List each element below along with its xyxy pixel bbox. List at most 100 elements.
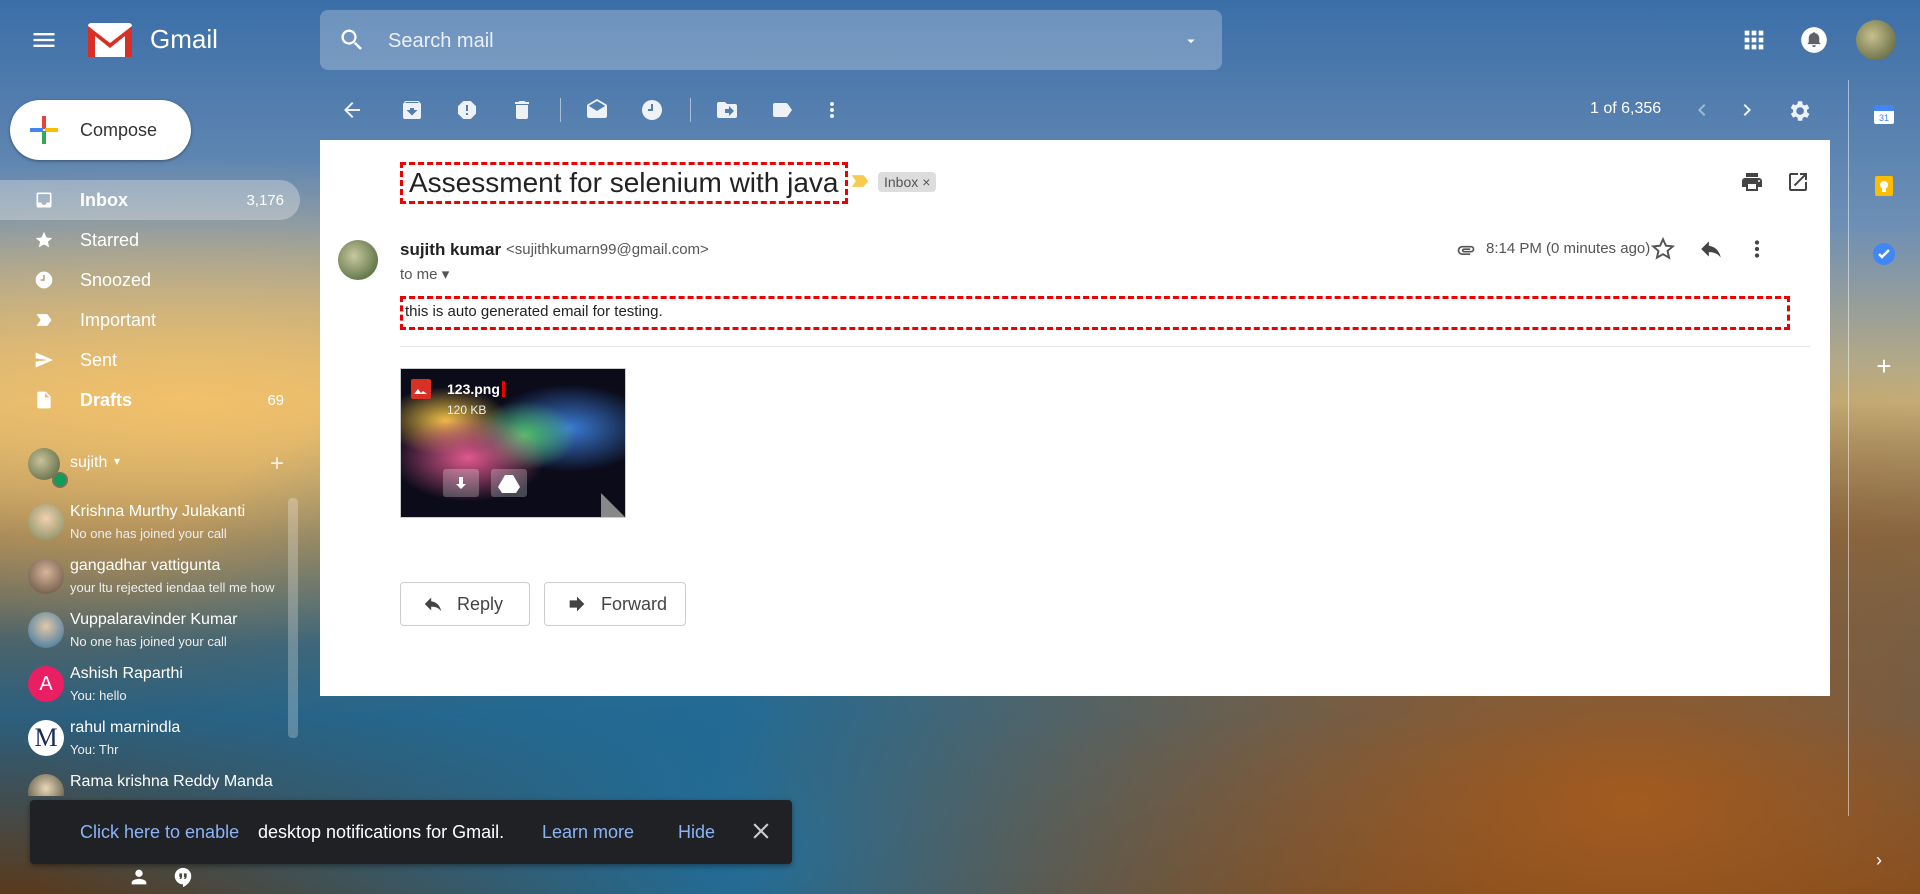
move-to-button[interactable] (715, 98, 739, 122)
caret-down-icon (1187, 39, 1195, 44)
google-apps-button[interactable] (1740, 26, 1768, 54)
image-file-icon (411, 379, 431, 399)
page-fold-corner (601, 493, 625, 517)
sender-email: <sujithkumarn99@gmail.com> (506, 241, 709, 258)
archive-button[interactable] (400, 98, 424, 122)
nav-item-snoozed[interactable]: Snoozed (0, 260, 300, 300)
newer-button[interactable] (1690, 98, 1714, 122)
add-conversation-icon[interactable]: + (270, 450, 284, 478)
snooze-button[interactable] (640, 98, 664, 122)
sender-name[interactable]: sujith kumar (400, 240, 501, 260)
delete-button[interactable] (510, 98, 534, 122)
nav-item-starred[interactable]: Starred (0, 220, 300, 260)
nav-item-count: 69 (267, 392, 284, 409)
more-vert-icon (830, 102, 834, 118)
gmail-logo[interactable] (86, 20, 134, 60)
forward-icon (569, 596, 585, 612)
star-button[interactable] (1650, 236, 1676, 262)
hangouts-user-name[interactable]: sujith (70, 454, 107, 472)
contact-name: gangadhar vattigunta (70, 557, 221, 574)
caret-down-icon[interactable]: ▾ (114, 454, 120, 468)
tasks-app-button[interactable] (1872, 242, 1896, 266)
notifications-button[interactable] (1800, 26, 1828, 54)
nav-item-inbox[interactable]: Inbox 3,176 (0, 180, 300, 220)
side-panel-divider (1848, 80, 1849, 816)
calendar-app-button[interactable]: 31 (1872, 102, 1896, 126)
paperclip-icon (1454, 240, 1478, 260)
person-icon[interactable] (128, 866, 150, 888)
recipient-text: to me (400, 266, 438, 283)
attachment-card[interactable]: 123.png 120 KB (400, 368, 626, 518)
older-button[interactable] (1735, 98, 1759, 122)
print-icon (1742, 173, 1762, 191)
search-icon[interactable] (338, 26, 366, 54)
keep-app-button[interactable] (1872, 174, 1896, 198)
reply-icon-button[interactable] (1698, 236, 1724, 262)
importance-marker-icon (851, 175, 869, 187)
more-options-button[interactable] (1744, 236, 1770, 262)
open-in-new-window-button[interactable] (1786, 170, 1810, 194)
search-bar[interactable] (320, 10, 1222, 70)
remove-label-icon[interactable]: × (922, 174, 930, 190)
more-vert-icon (1754, 240, 1760, 258)
online-status-dot (52, 472, 68, 488)
draft-icon (37, 391, 51, 409)
email-subject: Assessment for selenium with java (400, 162, 848, 204)
contact-item[interactable]: A Ashish Raparthi You: hello (0, 658, 300, 712)
contact-item[interactable]: Rama krishna Reddy Manda (0, 766, 300, 796)
download-attachment-button[interactable] (443, 469, 479, 497)
save-to-drive-button[interactable] (491, 469, 527, 497)
back-button[interactable] (340, 98, 364, 122)
gmail-wordmark: Gmail (150, 24, 218, 54)
contacts-scrollbar[interactable] (288, 498, 298, 738)
print-button[interactable] (1740, 170, 1764, 194)
mark-unread-button[interactable] (585, 98, 609, 122)
forward-button[interactable]: Forward (544, 582, 686, 626)
contact-item[interactable]: M rahul marnindla You: Thr (0, 712, 300, 766)
contact-item[interactable]: Vuppalaravinder Kumar No one has joined … (0, 604, 300, 658)
arrow-back-icon (344, 102, 360, 118)
report-spam-button[interactable] (455, 98, 479, 122)
sender-avatar[interactable] (338, 240, 378, 280)
move-to-folder-icon (717, 102, 737, 118)
email-reading-pane: Assessment for selenium with java Inbox ×… (320, 140, 1830, 696)
bell-icon (1801, 27, 1827, 53)
nav-item-sent[interactable]: Sent (0, 340, 300, 380)
contact-status: You: Thr (70, 742, 119, 757)
reply-icon (1701, 241, 1721, 258)
contact-item[interactable]: Krishna Murthy Julakanti No one has join… (0, 496, 300, 550)
chevron-right-icon[interactable]: › (1876, 850, 1882, 871)
nav-item-important[interactable]: Important (0, 300, 300, 340)
labels-button[interactable] (770, 98, 794, 122)
account-avatar[interactable] (1856, 20, 1896, 60)
close-icon[interactable] (748, 818, 774, 844)
reply-button[interactable]: Reply (400, 582, 530, 626)
get-addons-icon[interactable]: + (1872, 353, 1896, 379)
inbox-label-chip: Inbox × (878, 172, 937, 192)
forward-button-label: Forward (601, 594, 668, 614)
compose-plus-icon (30, 116, 58, 144)
hangouts-quote-icon[interactable] (172, 866, 194, 888)
search-input[interactable] (386, 24, 1150, 58)
open-in-new-icon (1789, 173, 1807, 191)
enable-notifications-link[interactable]: Click here to enable (80, 822, 239, 843)
settings-button[interactable] (1786, 98, 1812, 124)
clock-icon (35, 271, 53, 289)
nav-item-drafts[interactable]: Drafts 69 (0, 380, 300, 420)
hangouts-contact-list: Krishna Murthy Julakanti No one has join… (0, 496, 300, 796)
compose-button[interactable]: Compose (10, 100, 191, 160)
contact-item[interactable]: gangadhar vattigunta your ltu rejected i… (0, 550, 300, 604)
learn-more-link[interactable]: Learn more (542, 822, 634, 843)
search-options-dropdown[interactable] (1182, 32, 1200, 50)
caret-down-icon: ▾ (441, 266, 450, 283)
more-actions-button[interactable] (820, 98, 844, 122)
importance-marker[interactable] (850, 173, 870, 189)
main-menu-button[interactable] (28, 26, 60, 54)
hide-link[interactable]: Hide (678, 822, 715, 843)
recipient-details-toggle[interactable]: to me ▾ (400, 265, 449, 283)
desktop-notification-bar: Click here to enable desktop notificatio… (30, 800, 792, 864)
attachment-divider (400, 346, 1810, 347)
star-icon (35, 231, 53, 248)
contact-name: Rama krishna Reddy Manda (70, 773, 273, 790)
attachment-name: 123.png (447, 381, 505, 397)
